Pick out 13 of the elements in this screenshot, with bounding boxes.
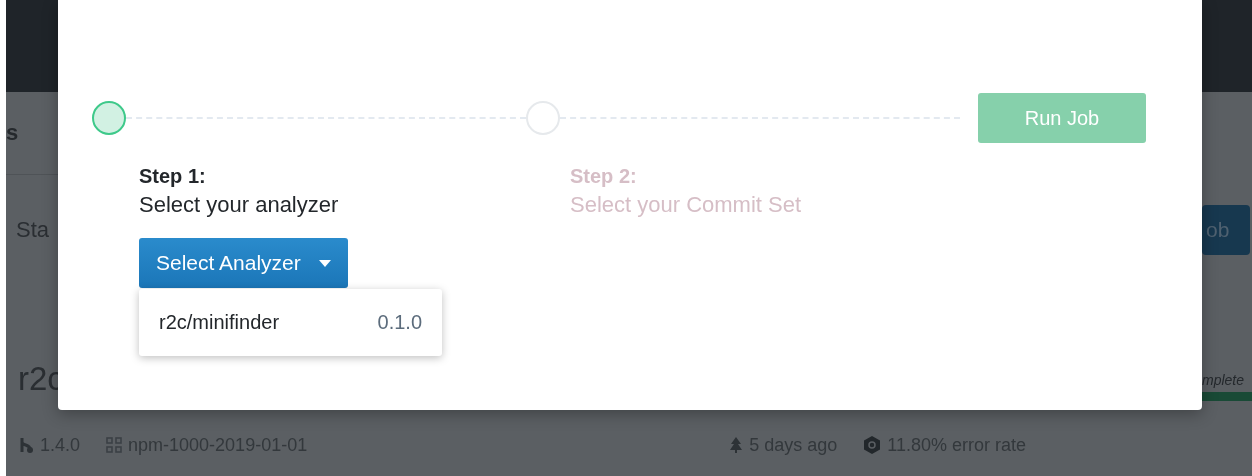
hexagon-icon xyxy=(863,435,882,455)
branch-icon xyxy=(18,436,34,454)
grid-icon xyxy=(106,437,123,453)
status-label: mplete xyxy=(1202,372,1245,388)
step-title: Step 2: xyxy=(570,165,638,188)
caret-icon xyxy=(318,259,331,267)
version-label: 0.1.0 xyxy=(377,311,422,334)
step-description: Select your Commit Set xyxy=(570,192,803,218)
step-title: Step 1: xyxy=(139,165,207,188)
step-description: Select your analyzer xyxy=(139,192,340,218)
analyzer-option[interactable]: r2c/minifinder xyxy=(159,311,280,334)
tree-icon xyxy=(729,436,744,454)
analyzer-dropdown[interactable]: Select Analyzer xyxy=(139,238,348,288)
